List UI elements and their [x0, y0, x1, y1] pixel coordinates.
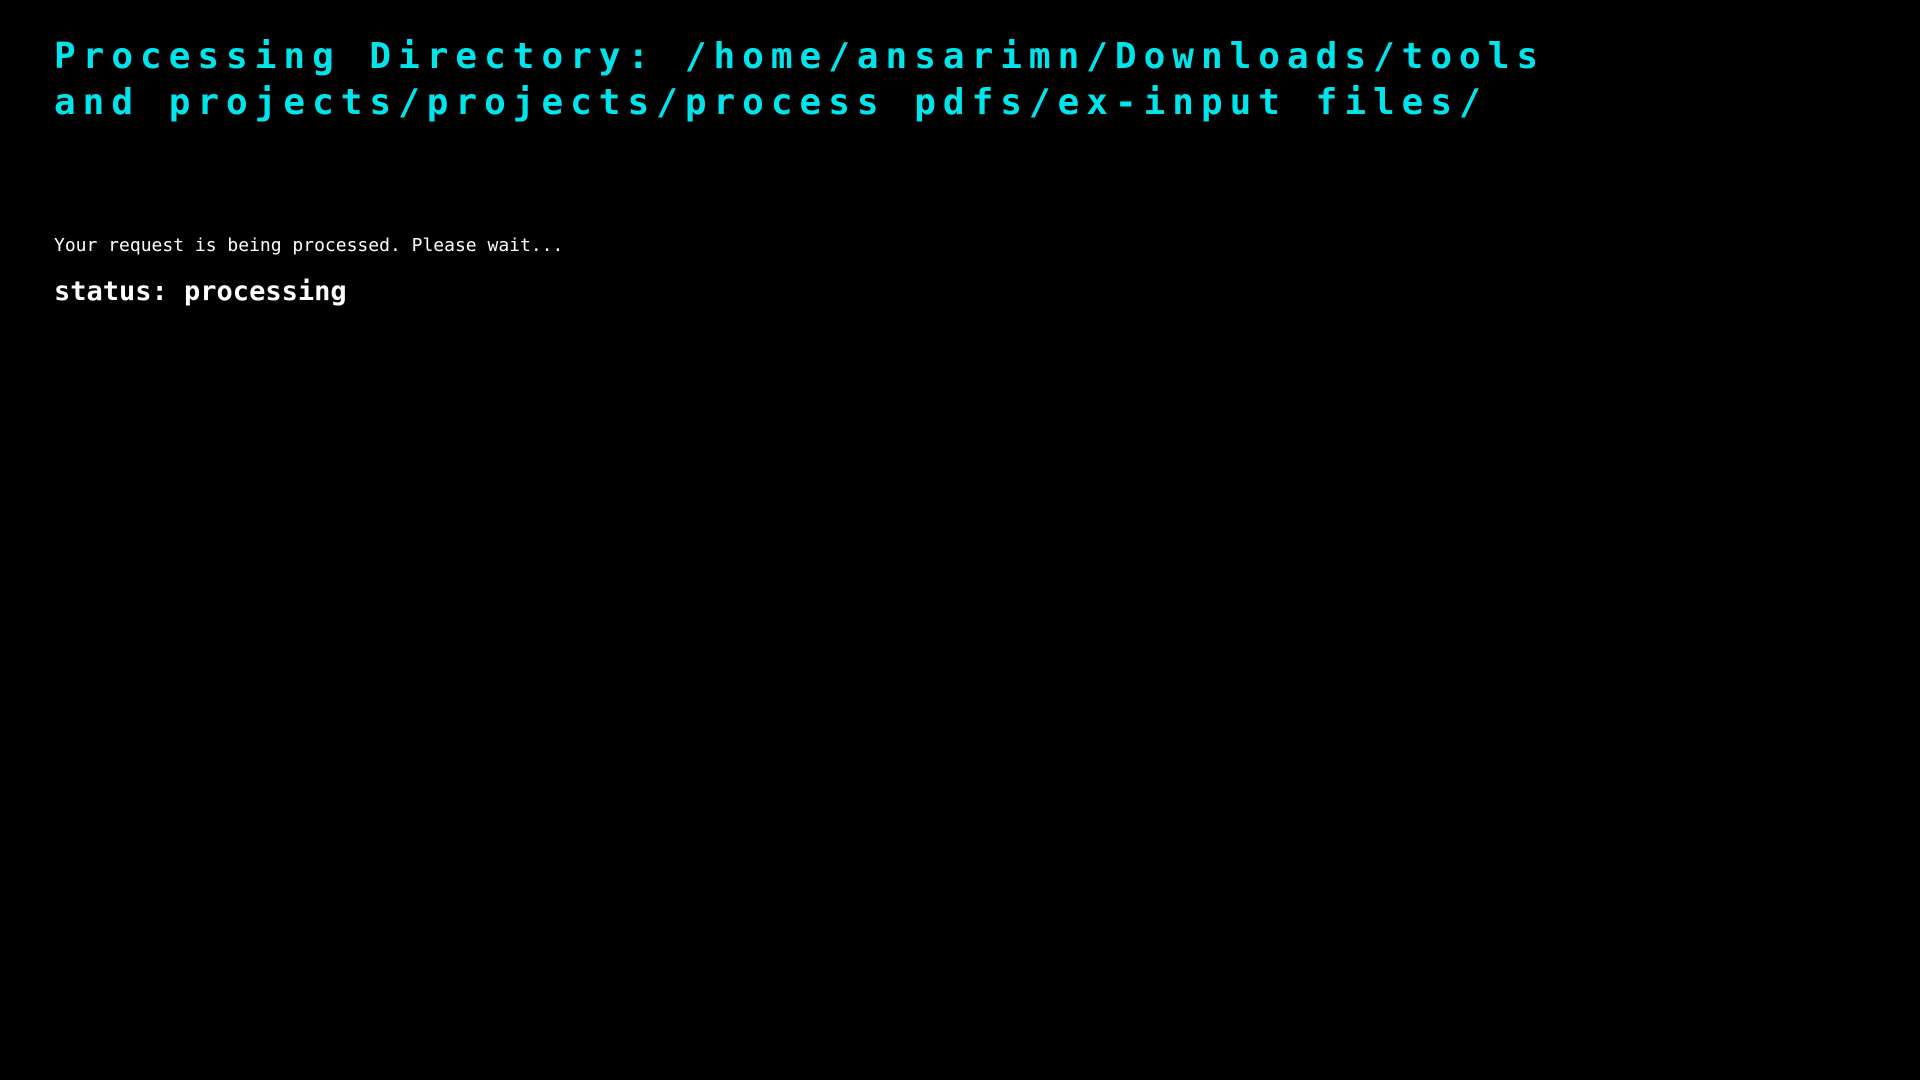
- processing-panel: Processing Directory: /home/ansarimn/Dow…: [54, 34, 1854, 307]
- processing-directory-heading: Processing Directory: /home/ansarimn/Dow…: [54, 36, 1546, 123]
- wait-message: Your request is being processed. Please …: [54, 235, 564, 256]
- terminal-window: { "header": { "title": "Processing Direc…: [0, 0, 1920, 1080]
- status-text: status: processing: [54, 276, 347, 307]
